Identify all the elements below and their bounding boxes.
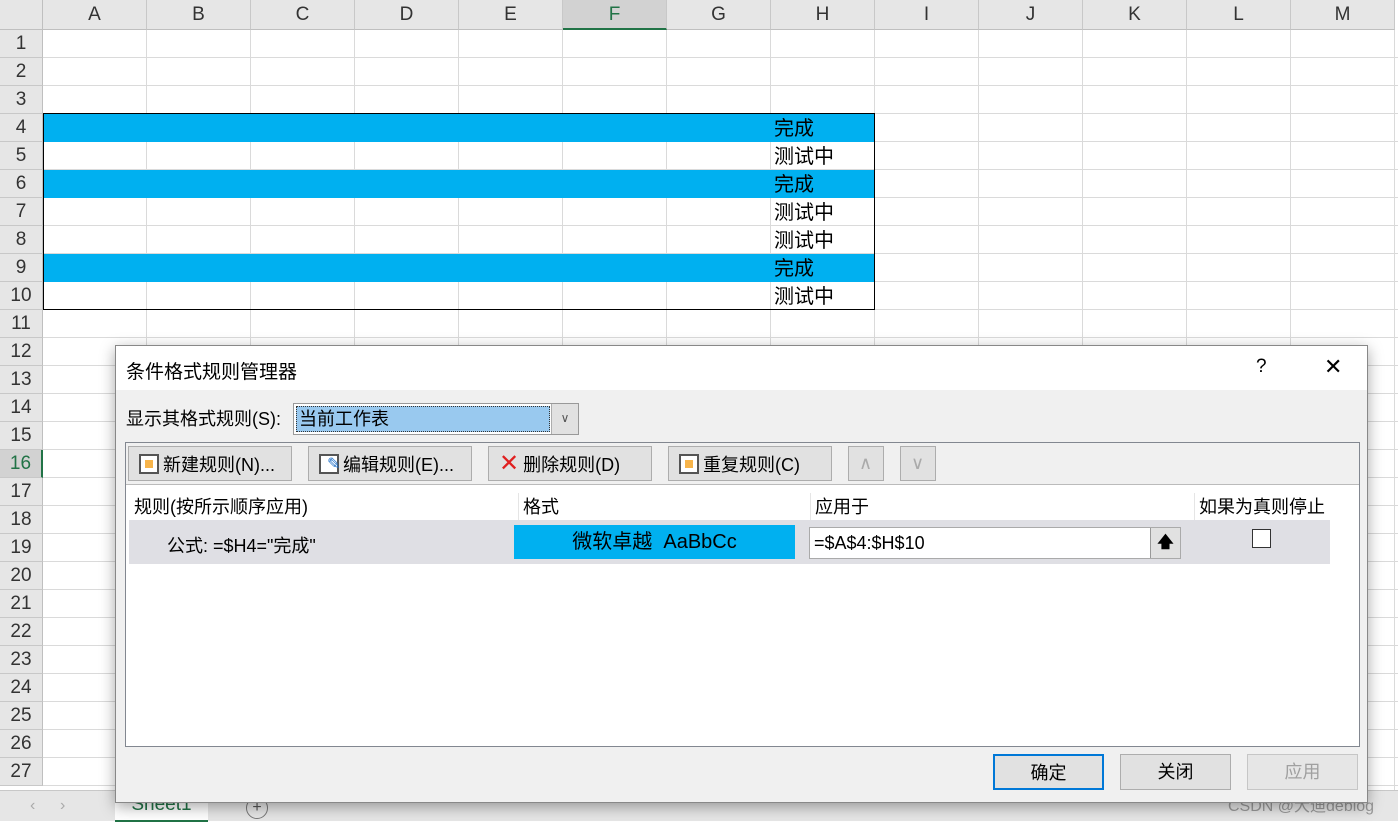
scroll-tabs-right-icon[interactable]: › [60, 797, 65, 815]
show-rules-value: 当前工作表 [296, 406, 550, 432]
column-header-c[interactable]: C [251, 0, 355, 30]
row-header-9[interactable]: 9 [0, 254, 43, 282]
header-rule: 规则(按所示顺序应用) [134, 497, 308, 517]
apply-button[interactable]: 应用 [1247, 754, 1358, 790]
chevron-down-icon[interactable]: ∨ [551, 404, 578, 434]
row-gridline [43, 337, 1398, 338]
column-header-f[interactable]: F [563, 0, 667, 30]
applies-to-input[interactable]: =$A$4:$H$10 🡅 [809, 527, 1181, 559]
row-header-20[interactable]: 20 [0, 562, 43, 590]
column-gridline [1394, 30, 1395, 790]
column-header-b[interactable]: B [147, 0, 251, 30]
duplicate-rule-button[interactable]: 重复规则(C) [668, 446, 832, 481]
row-header-12[interactable]: 12 [0, 338, 43, 366]
data-range-border [43, 113, 875, 310]
row-header-26[interactable]: 26 [0, 730, 43, 758]
row-header-8[interactable]: 8 [0, 226, 43, 254]
edit-rule-icon: ✎ [319, 453, 340, 474]
help-button[interactable]: ? [1256, 356, 1267, 378]
row-header-2[interactable]: 2 [0, 58, 43, 86]
row-header-22[interactable]: 22 [0, 618, 43, 646]
header-applies-to: 应用于 [810, 493, 869, 523]
close-icon[interactable]: ✕ [1324, 354, 1342, 380]
scroll-tabs-left-icon[interactable]: ‹ [30, 797, 35, 815]
move-down-button[interactable]: ∨ [900, 446, 936, 481]
row-header-13[interactable]: 13 [0, 366, 43, 394]
show-rules-dropdown[interactable]: 当前工作表 ∨ [293, 403, 579, 435]
row-header-14[interactable]: 14 [0, 394, 43, 422]
row-gridline [43, 85, 1398, 86]
format-preview: 微软卓越 AaBbCc [514, 525, 795, 559]
show-rules-label: 显示其格式规则(S): [126, 409, 281, 429]
applies-to-value: =$A$4:$H$10 [814, 533, 925, 553]
select-all-corner[interactable] [0, 0, 43, 30]
ok-button[interactable]: 确定 [993, 754, 1104, 790]
column-header-i[interactable]: I [875, 0, 979, 30]
row-header-15[interactable]: 15 [0, 422, 43, 450]
row-header-23[interactable]: 23 [0, 646, 43, 674]
rules-table-header: 规则(按所示顺序应用) 格式 应用于 如果为真则停止 [128, 488, 1331, 523]
row-header-24[interactable]: 24 [0, 674, 43, 702]
row-header-25[interactable]: 25 [0, 702, 43, 730]
edit-rule-label: 编辑规则(E)... [343, 454, 454, 475]
edit-rule-button[interactable]: ✎ 编辑规则(E)... [308, 446, 472, 481]
column-header-g[interactable]: G [667, 0, 771, 30]
column-header-m[interactable]: M [1291, 0, 1395, 30]
duplicate-rule-label: 重复规则(C) [703, 454, 800, 475]
column-header-j[interactable]: J [979, 0, 1083, 30]
column-header-h[interactable]: H [771, 0, 875, 30]
header-format: 格式 [518, 493, 559, 523]
rule-formula: 公式: =$H4="完成" [167, 536, 316, 556]
row-header-1[interactable]: 1 [0, 30, 43, 58]
row-header-18[interactable]: 18 [0, 506, 43, 534]
dialog-title: 条件格式规则管理器 [126, 362, 298, 383]
rules-panel: 新建规则(N)... ✎ 编辑规则(E)... ✕ 删除规则(D) 重复规则(C) … [125, 442, 1360, 747]
row-header-17[interactable]: 17 [0, 478, 43, 506]
column-header-d[interactable]: D [355, 0, 459, 30]
dialog-title-bar: 条件格式规则管理器 ? ✕ [116, 346, 1367, 390]
row-header-27[interactable]: 27 [0, 758, 43, 786]
new-rule-icon [139, 453, 159, 474]
column-header-l[interactable]: L [1187, 0, 1291, 30]
delete-rule-button[interactable]: ✕ 删除规则(D) [488, 446, 652, 481]
new-rule-button[interactable]: 新建规则(N)... [128, 446, 292, 481]
row-header-6[interactable]: 6 [0, 170, 43, 198]
stop-if-true-checkbox[interactable] [1252, 529, 1271, 548]
header-stop-if-true: 如果为真则停止 [1194, 493, 1325, 523]
conditional-format-manager-dialog: 条件格式规则管理器 ? ✕ 显示其格式规则(S): 当前工作表 ∨ 新建规则(N… [115, 345, 1368, 803]
column-header-e[interactable]: E [459, 0, 563, 30]
row-header-19[interactable]: 19 [0, 534, 43, 562]
column-header-k[interactable]: K [1083, 0, 1187, 30]
move-up-button[interactable]: ∧ [848, 446, 884, 481]
row-header-5[interactable]: 5 [0, 142, 43, 170]
row-header-21[interactable]: 21 [0, 590, 43, 618]
row-header-16[interactable]: 16 [0, 450, 43, 478]
duplicate-rule-icon [679, 453, 699, 474]
collapse-range-button[interactable]: 🡅 [1150, 528, 1180, 558]
row-header-11[interactable]: 11 [0, 310, 43, 338]
row-header-3[interactable]: 3 [0, 86, 43, 114]
new-rule-label: 新建规则(N)... [163, 454, 275, 475]
row-header-4[interactable]: 4 [0, 114, 43, 142]
close-button[interactable]: 关闭 [1120, 754, 1231, 790]
delete-icon: ✕ [499, 449, 520, 477]
delete-rule-label: 删除规则(D) [523, 454, 621, 475]
column-header-a[interactable]: A [43, 0, 147, 30]
row-header-10[interactable]: 10 [0, 282, 43, 310]
row-gridline [43, 57, 1398, 58]
rules-toolbar: 新建规则(N)... ✎ 编辑规则(E)... ✕ 删除规则(D) 重复规则(C) … [126, 443, 1359, 485]
rule-row[interactable]: 公式: =$H4="完成" 微软卓越 AaBbCc =$A$4:$H$10 🡅 [129, 520, 1330, 564]
row-header-7[interactable]: 7 [0, 198, 43, 226]
